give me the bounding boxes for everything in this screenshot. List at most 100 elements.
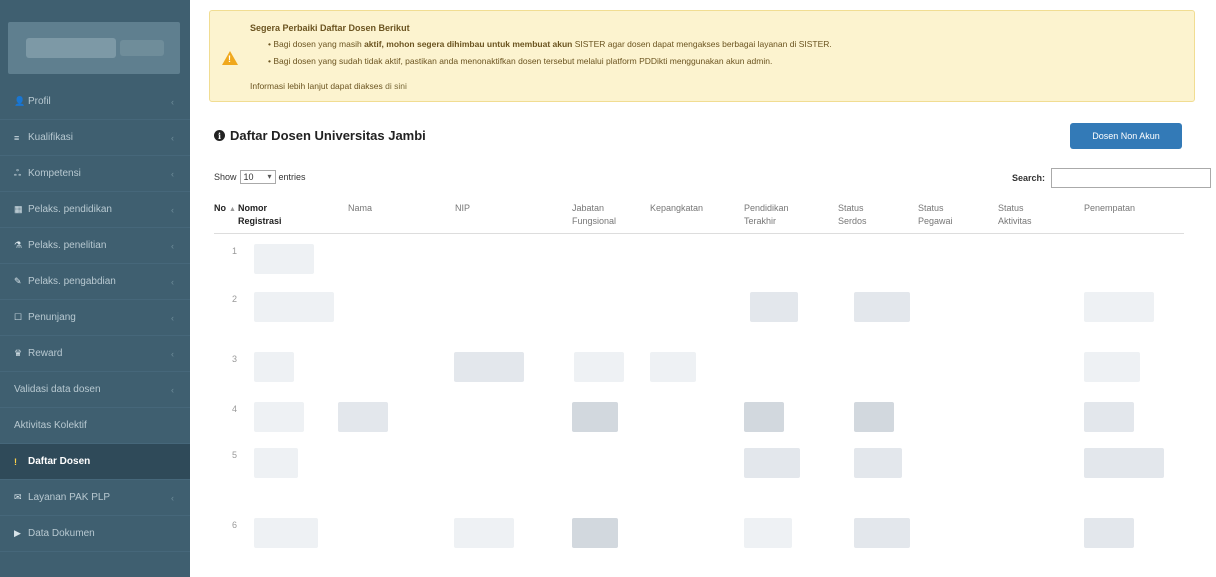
sidebar-item-pelaks-penelitian[interactable]: ⚗ Pelaks. penelitian ‹	[0, 228, 190, 264]
sidebar-item-kompetensi[interactable]: ஃ Kompetensi ‹	[0, 156, 190, 192]
page-title: i Daftar Dosen Universitas Jambi	[214, 128, 426, 143]
sidebar-item-penunjang[interactable]: ☐ Penunjang ‹	[0, 300, 190, 336]
warning-alert: ! Segera Perbaiki Daftar Dosen Berikut •…	[209, 10, 1195, 102]
support-icon: ☐	[14, 312, 23, 322]
column-header-pendidikan-terakhir[interactable]: Pendidikan Terakhir	[744, 202, 789, 228]
chevron-left-icon: ‹	[171, 240, 174, 251]
sidebar-item-daftar-dosen[interactable]: ! Daftar Dosen	[0, 444, 190, 480]
chevron-left-icon: ‹	[171, 312, 174, 323]
sidebar-item-label: Penunjang	[28, 312, 76, 323]
redacted-cell	[254, 352, 294, 382]
sidebar-nav: 👤 Profil ‹ ≡ Kualifikasi ‹ ஃ Kompetensi ‹ ▦ Pelaks…	[0, 84, 190, 552]
sort-asc-icon: ▲	[229, 206, 236, 213]
sidebar: 👤 Profil ‹ ≡ Kualifikasi ‹ ஃ Kompetensi ‹ ▦ Pelaks…	[0, 0, 190, 577]
sidebar-item-label: Reward	[28, 348, 63, 359]
redacted-cell	[338, 402, 388, 432]
sidebar-item-label: Pelaks. pengabdian	[28, 276, 116, 287]
redacted-cell	[744, 402, 784, 432]
sidebar-item-label: Kompetensi	[28, 168, 81, 179]
column-header-nama[interactable]: Nama	[348, 202, 372, 215]
redacted-cell	[254, 292, 334, 322]
chevron-left-icon: ‹	[171, 276, 174, 287]
brand-logo[interactable]	[8, 22, 180, 74]
sidebar-item-aktivitas-kolektif[interactable]: Aktivitas Kolektif	[0, 408, 190, 444]
sidebar-item-label: Pelaks. pendidikan	[28, 204, 112, 215]
info-link[interactable]: di sini	[385, 81, 407, 91]
search-label: Search:	[1012, 173, 1046, 183]
table-header: No ▲ Nomor Registrasi Nama NIP Jabatan Fungsion…	[214, 196, 1184, 234]
table-row: 2	[214, 288, 1184, 340]
row-number: 1	[232, 246, 238, 256]
sidebar-item-label: Aktivitas Kolektif	[14, 420, 87, 431]
brand-logo-blur	[26, 38, 116, 58]
redacted-cell	[1084, 448, 1164, 478]
user-icon: 👤	[14, 96, 26, 106]
sidebar-item-profil[interactable]: 👤 Profil ‹	[0, 84, 190, 120]
folder-icon: ▶	[14, 528, 21, 538]
chevron-left-icon: ‹	[171, 492, 174, 503]
table-row: 3	[214, 348, 1184, 392]
table-row: 6	[214, 514, 1184, 574]
search-control: Search:	[1012, 168, 1212, 188]
search-input[interactable]	[1051, 168, 1212, 188]
warning-icon: !	[222, 51, 238, 65]
redacted-cell	[454, 352, 524, 382]
sidebar-item-data-dokumen[interactable]: ▶ Data Dokumen	[0, 516, 190, 552]
column-header-nomor-registrasi[interactable]: Nomor Registrasi	[238, 202, 282, 228]
users-icon: ஃ	[14, 167, 22, 178]
alert-line-1: • Bagi dosen yang masih aktif, mohon seg…	[268, 39, 832, 49]
redacted-cell	[454, 518, 514, 548]
redacted-cell	[1084, 352, 1140, 382]
column-header-jabatan-fungsional[interactable]: Jabatan Fungsional	[572, 202, 616, 228]
alert-title: Segera Perbaiki Daftar Dosen Berikut	[250, 23, 410, 33]
page-length-select[interactable]: 10	[239, 170, 276, 184]
entries-label: entries	[278, 172, 306, 182]
redacted-cell	[572, 402, 618, 432]
chevron-left-icon: ‹	[171, 132, 174, 143]
column-header-status-aktivitas[interactable]: Status Aktivitas	[998, 202, 1032, 228]
book-icon: ▦	[14, 204, 23, 214]
sidebar-item-label: Kualifikasi	[28, 132, 74, 143]
redacted-cell	[254, 448, 298, 478]
row-number: 2	[232, 294, 238, 304]
redacted-cell	[750, 292, 798, 322]
sidebar-item-kualifikasi[interactable]: ≡ Kualifikasi ‹	[0, 120, 190, 156]
redacted-cell	[254, 518, 318, 548]
sidebar-item-pelaks-pendidikan[interactable]: ▦ Pelaks. pendidikan ‹	[0, 192, 190, 228]
dosen-non-akun-button[interactable]: Dosen Non Akun	[1070, 123, 1182, 149]
redacted-cell	[572, 518, 618, 548]
chevron-left-icon: ‹	[171, 168, 174, 179]
chevron-left-icon: ‹	[171, 204, 174, 215]
page-title-text: Daftar Dosen Universitas Jambi	[230, 128, 426, 143]
column-header-nip[interactable]: NIP	[455, 202, 470, 215]
flask-icon: ⚗	[14, 240, 23, 250]
sidebar-item-label: Layanan PAK PLP	[28, 492, 111, 503]
sidebar-item-validasi-data-dosen[interactable]: Validasi data dosen ‹	[0, 372, 190, 408]
graduation-icon: ≡	[14, 132, 20, 143]
alert-info: Informasi lebih lanjut dapat diakses di …	[250, 81, 407, 91]
show-label: Show	[214, 172, 237, 182]
sidebar-item-reward[interactable]: ♛ Reward ‹	[0, 336, 190, 372]
sidebar-item-layanan-pak-plp[interactable]: ✉ Layanan PAK PLP ‹	[0, 480, 190, 516]
row-number: 3	[232, 354, 238, 364]
sidebar-item-label: Pelaks. penelitian	[28, 240, 107, 251]
brand-logo-blur	[120, 40, 164, 56]
sidebar-item-label: Daftar Dosen	[28, 456, 91, 467]
redacted-cell	[744, 448, 800, 478]
column-header-status-pegawai[interactable]: Status Pegawai	[918, 202, 953, 228]
sidebar-item-label: Profil	[28, 96, 51, 107]
redacted-cell	[744, 518, 792, 548]
redacted-cell	[854, 448, 902, 478]
table-row: 4	[214, 398, 1184, 438]
service-icon: ✉	[14, 492, 22, 502]
column-header-no[interactable]: No ▲	[214, 202, 236, 216]
row-number: 6	[232, 520, 238, 530]
column-header-status-serdos[interactable]: Status Serdos	[838, 202, 867, 228]
chevron-left-icon: ‹	[171, 348, 174, 359]
column-header-kepangkatan[interactable]: Kepangkatan	[650, 202, 703, 215]
column-header-penempatan[interactable]: Penempatan	[1084, 202, 1135, 215]
sidebar-item-pelaks-pengabdian[interactable]: ✎ Pelaks. pengabdian ‹	[0, 264, 190, 300]
row-number: 4	[232, 404, 238, 414]
row-number: 5	[232, 450, 238, 460]
redacted-cell	[854, 402, 894, 432]
